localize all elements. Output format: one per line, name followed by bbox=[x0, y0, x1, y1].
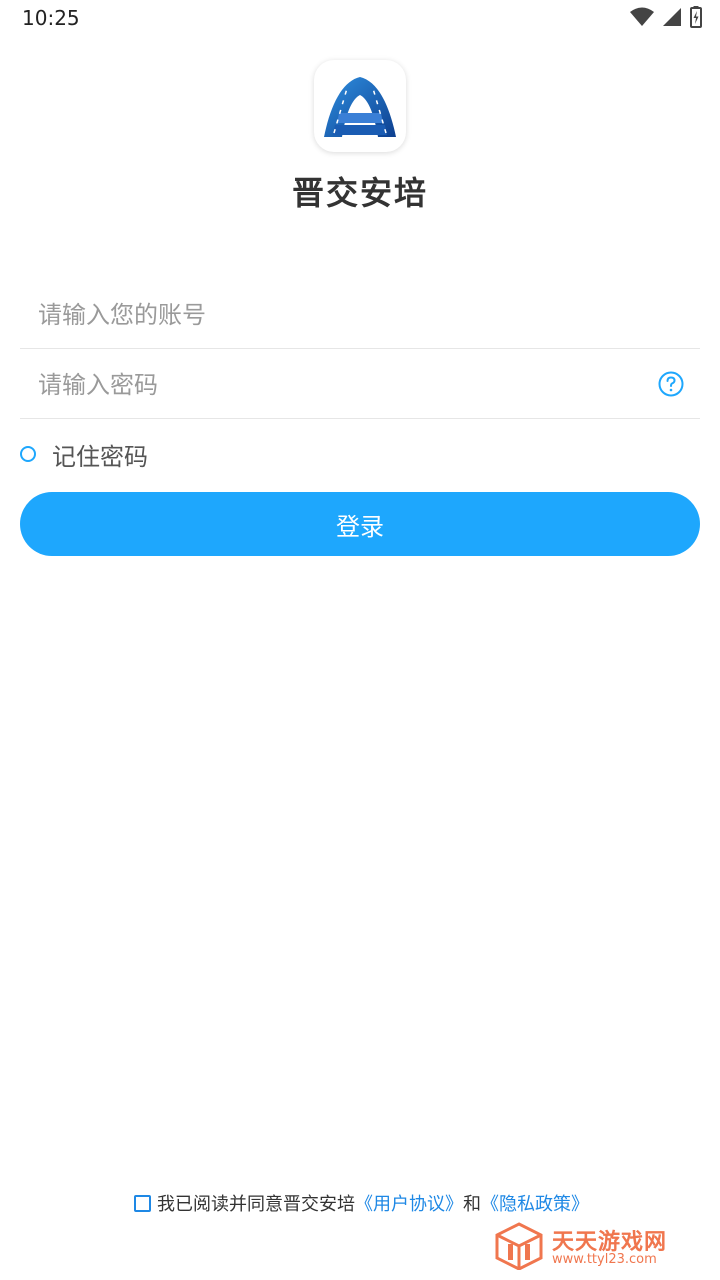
watermark-url: www.ttyl23.com bbox=[552, 1252, 657, 1267]
remember-password-label: 记住密码 bbox=[52, 442, 148, 471]
remember-radio[interactable] bbox=[20, 446, 36, 462]
privacy-policy-link[interactable]: 《隐私政策》 bbox=[481, 1190, 589, 1216]
road-bridge-logo-icon bbox=[324, 77, 396, 137]
password-field bbox=[20, 350, 700, 420]
remember-password-toggle[interactable]: 记住密码 bbox=[20, 436, 148, 472]
battery-charging-icon bbox=[690, 6, 702, 28]
watermark-cube-icon bbox=[495, 1222, 543, 1270]
status-time: 10:25 bbox=[22, 6, 80, 30]
watermark: 天天游戏网 www.ttyl23.com bbox=[494, 1222, 710, 1272]
account-input[interactable] bbox=[36, 280, 640, 350]
agreement-text: 我已阅读并同意晋交安培 bbox=[157, 1194, 355, 1215]
wifi-icon bbox=[630, 7, 654, 26]
app-name: 晋交安培 bbox=[291, 174, 428, 212]
password-input[interactable] bbox=[36, 350, 640, 420]
account-field bbox=[20, 280, 700, 350]
status-icons bbox=[630, 6, 702, 28]
agreement-checkbox[interactable] bbox=[134, 1194, 151, 1212]
question-circle-icon[interactable] bbox=[658, 371, 684, 397]
user-agreement-link[interactable]: 《用户协议》 bbox=[355, 1190, 463, 1216]
login-button[interactable]: 登录 bbox=[20, 492, 700, 556]
agreement-row: 我已阅读并同意晋交安培 《用户协议》 和 《隐私政策》 bbox=[134, 1190, 589, 1216]
status-bar: 10:25 bbox=[0, 0, 720, 36]
app-logo bbox=[314, 60, 406, 152]
agreement-and: 和 bbox=[463, 1194, 481, 1215]
signal-icon bbox=[663, 8, 681, 26]
